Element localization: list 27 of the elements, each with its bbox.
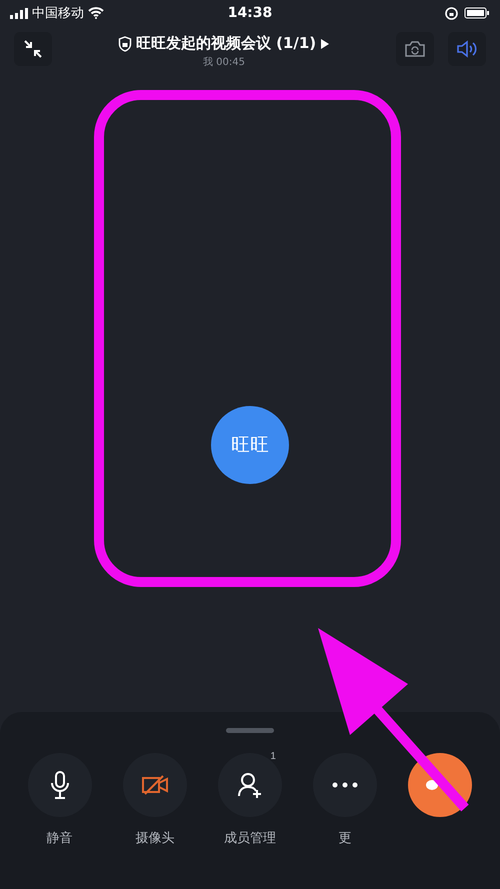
- shield-lock-icon: [118, 36, 132, 52]
- camera-switch-icon: [404, 40, 426, 58]
- signal-icon: [10, 8, 28, 18]
- play-icon[interactable]: [320, 38, 330, 50]
- wifi-icon: [88, 7, 104, 19]
- drag-handle[interactable]: [226, 728, 274, 733]
- clock-time: 14:38: [226, 5, 274, 21]
- more-icon: [332, 782, 358, 788]
- call-duration: 我 00:45: [203, 56, 245, 69]
- rotation-lock-icon: [445, 6, 458, 20]
- speaker-icon: [456, 40, 478, 58]
- member-count: 1: [270, 751, 276, 762]
- members-button[interactable]: 1: [218, 753, 282, 817]
- control-label: 更: [338, 830, 352, 847]
- switch-camera-button[interactable]: [396, 32, 434, 66]
- minimize-button[interactable]: [14, 32, 52, 66]
- add-person-icon: [236, 771, 264, 799]
- control-label: 静音: [46, 830, 73, 847]
- control-label: 摄像头: [135, 830, 174, 847]
- speaker-button[interactable]: [448, 32, 486, 66]
- carrier-name: 中国移动: [32, 5, 84, 22]
- shrink-icon: [23, 39, 43, 59]
- battery-icon: [464, 7, 490, 19]
- microphone-icon: [50, 771, 70, 799]
- control-label: 成员管理: [224, 830, 276, 847]
- meeting-title: 旺旺发起的视频会议 (1/1): [136, 34, 316, 53]
- participant-avatar: 旺旺: [211, 406, 289, 484]
